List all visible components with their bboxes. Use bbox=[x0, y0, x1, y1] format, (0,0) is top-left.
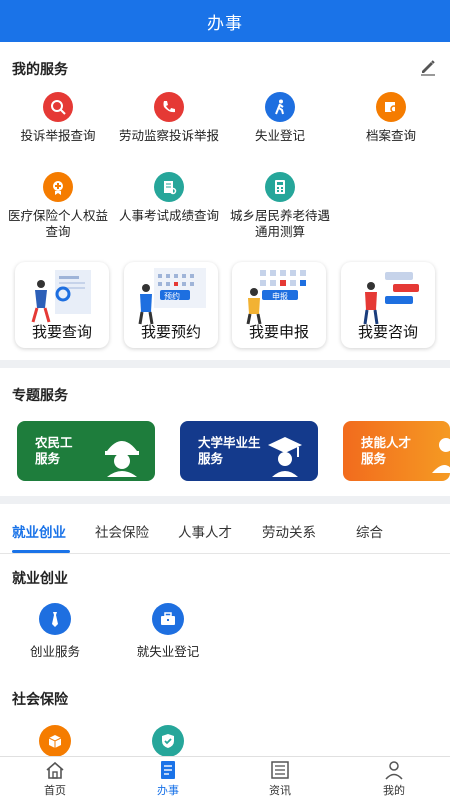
service-archive-query[interactable]: 档案查询 bbox=[335, 92, 447, 144]
category-tabs: 就业创业 社会保险 人事人才 劳动关系 综合 bbox=[0, 508, 450, 554]
nav-news[interactable]: 资讯 bbox=[240, 759, 320, 798]
graduate-cap-icon bbox=[268, 437, 302, 477]
quick-card-consult[interactable]: 我要咨询 bbox=[341, 262, 435, 348]
briefcase-icon bbox=[152, 603, 184, 635]
pencil-icon[interactable] bbox=[418, 57, 438, 77]
my-services-title: 我的服务 bbox=[12, 62, 68, 78]
calculator-icon bbox=[265, 172, 295, 202]
home-icon bbox=[46, 761, 64, 779]
top-bar: 办事 bbox=[0, 0, 450, 42]
service-social-insurance-1[interactable] bbox=[5, 725, 105, 757]
tab-labor-relations[interactable]: 劳动关系 bbox=[262, 521, 316, 541]
service-entrepreneurship[interactable]: 创业服务 bbox=[5, 603, 105, 660]
quick-card-label: 我要申报 bbox=[248, 323, 309, 341]
nav-label: 首页 bbox=[44, 784, 66, 797]
medical-insurance-icon bbox=[43, 172, 73, 202]
nav-label: 办事 bbox=[157, 784, 179, 797]
tab-personnel-talent[interactable]: 人事人才 bbox=[178, 521, 232, 541]
news-icon bbox=[271, 761, 289, 779]
quick-card-label: 我要咨询 bbox=[357, 323, 418, 341]
topic-card-graduates[interactable]: 大学毕业生 服务 bbox=[180, 421, 318, 481]
service-label: 创业服务 bbox=[29, 644, 80, 659]
quick-card-label: 我要预约 bbox=[140, 323, 201, 341]
quick-card-appointment[interactable]: 预约 我要预约 bbox=[124, 262, 218, 348]
quick-card-query[interactable]: 我要查询 bbox=[15, 262, 109, 348]
service-complaint-query[interactable]: 投诉举报查询 bbox=[2, 92, 114, 144]
service-unemployment-register[interactable]: 失业登记 bbox=[224, 92, 336, 144]
nav-profile[interactable]: 我的 bbox=[354, 759, 434, 798]
topic-card-migrant-workers[interactable]: 农民工 服务 bbox=[17, 421, 155, 481]
tie-icon bbox=[39, 603, 71, 635]
employment-section-title: 就业创业 bbox=[12, 571, 68, 587]
worker-helmet-icon bbox=[105, 441, 139, 477]
archive-search-icon bbox=[376, 92, 406, 122]
service-label: 城乡居民养老待遇通用测算 bbox=[229, 208, 330, 239]
nav-tasks[interactable]: 办事 bbox=[128, 759, 208, 798]
nav-home[interactable]: 首页 bbox=[15, 759, 95, 798]
service-label: 医疗保险个人权益查询 bbox=[7, 208, 108, 239]
user-icon bbox=[385, 761, 403, 780]
topic-card-label: 农民工 服务 bbox=[35, 435, 73, 466]
topic-card-label: 技能人才 服务 bbox=[361, 435, 412, 466]
service-labor-complaint[interactable]: 劳动监察投诉举报 bbox=[113, 92, 225, 144]
phone-icon bbox=[154, 92, 184, 122]
appointment-tag: 预约 bbox=[164, 292, 180, 301]
box-icon bbox=[39, 725, 71, 757]
tab-employment[interactable]: 就业创业 bbox=[12, 521, 66, 541]
skilled-talent-icon bbox=[432, 438, 450, 473]
page-title: 办事 bbox=[207, 13, 243, 34]
nav-label: 我的 bbox=[383, 784, 405, 797]
task-icon bbox=[161, 761, 175, 779]
tab-comprehensive[interactable]: 综合 bbox=[356, 521, 383, 541]
quick-card-label: 我要查询 bbox=[31, 323, 92, 341]
service-label: 就失业登记 bbox=[136, 644, 200, 659]
bottom-navigation: 首页 办事 资讯 我的 bbox=[0, 756, 450, 800]
exam-score-icon bbox=[154, 172, 184, 202]
service-pension-calculator[interactable]: 城乡居民养老待遇通用测算 bbox=[224, 172, 336, 240]
shield-check-icon bbox=[152, 725, 184, 757]
service-label: 档案查询 bbox=[365, 128, 416, 143]
nav-label: 资讯 bbox=[269, 784, 291, 797]
service-medical-insurance-query[interactable]: 医疗保险个人权益查询 bbox=[2, 172, 114, 240]
service-label: 失业登记 bbox=[254, 128, 305, 143]
topic-card-label: 大学毕业生 服务 bbox=[198, 435, 261, 466]
declare-tag: 申报 bbox=[272, 292, 288, 301]
service-social-insurance-2[interactable] bbox=[118, 725, 218, 757]
service-label: 投诉举报查询 bbox=[20, 128, 96, 143]
tab-social-insurance[interactable]: 社会保险 bbox=[95, 521, 149, 541]
search-report-icon bbox=[43, 92, 73, 122]
service-label: 人事考试成绩查询 bbox=[118, 208, 219, 223]
social-insurance-section-title: 社会保险 bbox=[12, 692, 68, 708]
section-divider bbox=[0, 360, 450, 368]
service-exam-score-query[interactable]: 人事考试成绩查询 bbox=[113, 172, 225, 224]
walking-person-icon bbox=[265, 92, 295, 122]
topic-services-title: 专题服务 bbox=[12, 388, 68, 404]
section-divider bbox=[0, 496, 450, 504]
active-tab-indicator bbox=[12, 550, 70, 553]
service-employment-register[interactable]: 就失业登记 bbox=[118, 603, 218, 660]
quick-card-declare[interactable]: 申报 我要申报 bbox=[232, 262, 326, 348]
topic-card-skilled-talents[interactable]: 技能人才 服务 bbox=[343, 421, 450, 481]
service-label: 劳动监察投诉举报 bbox=[118, 128, 219, 143]
